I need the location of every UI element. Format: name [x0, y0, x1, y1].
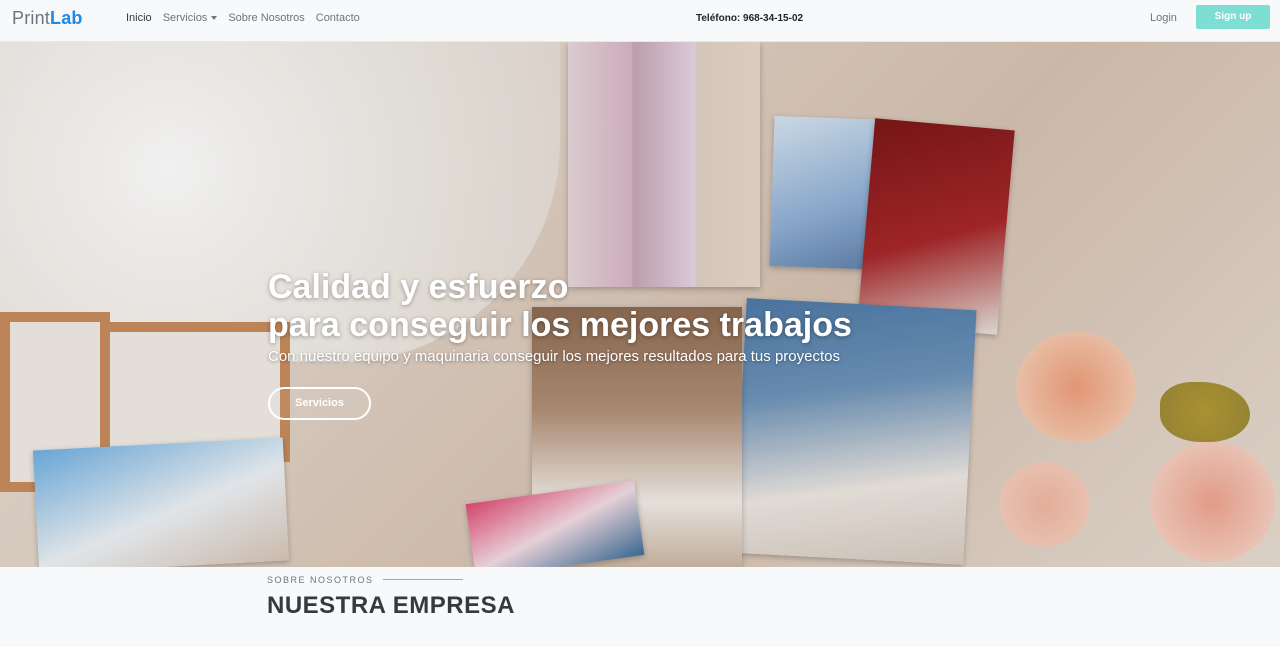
nav-sobre-nosotros[interactable]: Sobre Nosotros	[228, 12, 304, 24]
hero-servicios-button[interactable]: Servicios	[268, 387, 371, 420]
signup-button[interactable]: Sign up	[1196, 5, 1270, 29]
brand-part1: Print	[12, 8, 51, 28]
nav-links: Inicio Servicios Sobre Nosotros Contacto	[126, 12, 360, 24]
brand-logo[interactable]: PrintLab	[12, 8, 83, 29]
login-link[interactable]: Login	[1150, 12, 1177, 24]
hero-banner: Calidad y esfuerzo para conseguir los me…	[0, 42, 1280, 567]
about-eyebrow-divider	[383, 579, 463, 580]
about-eyebrow: SOBRE NOSOTROS	[267, 575, 374, 585]
hero-subtitle: Con nuestro equipo y maquinaria consegui…	[268, 348, 840, 365]
phone-number: Teléfono: 968-34-15-02	[696, 13, 804, 24]
hero-title-line2: para conseguir los mejores trabajos	[268, 306, 852, 344]
nav-contacto[interactable]: Contacto	[316, 12, 360, 24]
about-section: SOBRE NOSOTROS NUESTRA EMPRESA	[0, 567, 1280, 647]
about-title: NUESTRA EMPRESA	[267, 592, 515, 619]
navbar: PrintLab Inicio Servicios Sobre Nosotros…	[0, 0, 1280, 42]
chevron-down-icon	[211, 16, 218, 21]
brand-part2: Lab	[50, 8, 83, 28]
nav-inicio[interactable]: Inicio	[126, 12, 152, 24]
nav-servicios-label: Servicios	[162, 12, 208, 24]
hero-title: Calidad y esfuerzo para conseguir los me…	[268, 268, 1028, 344]
nav-servicios-dropdown[interactable]: Servicios	[163, 12, 218, 24]
hero-title-line1: Calidad y esfuerzo	[268, 268, 569, 306]
